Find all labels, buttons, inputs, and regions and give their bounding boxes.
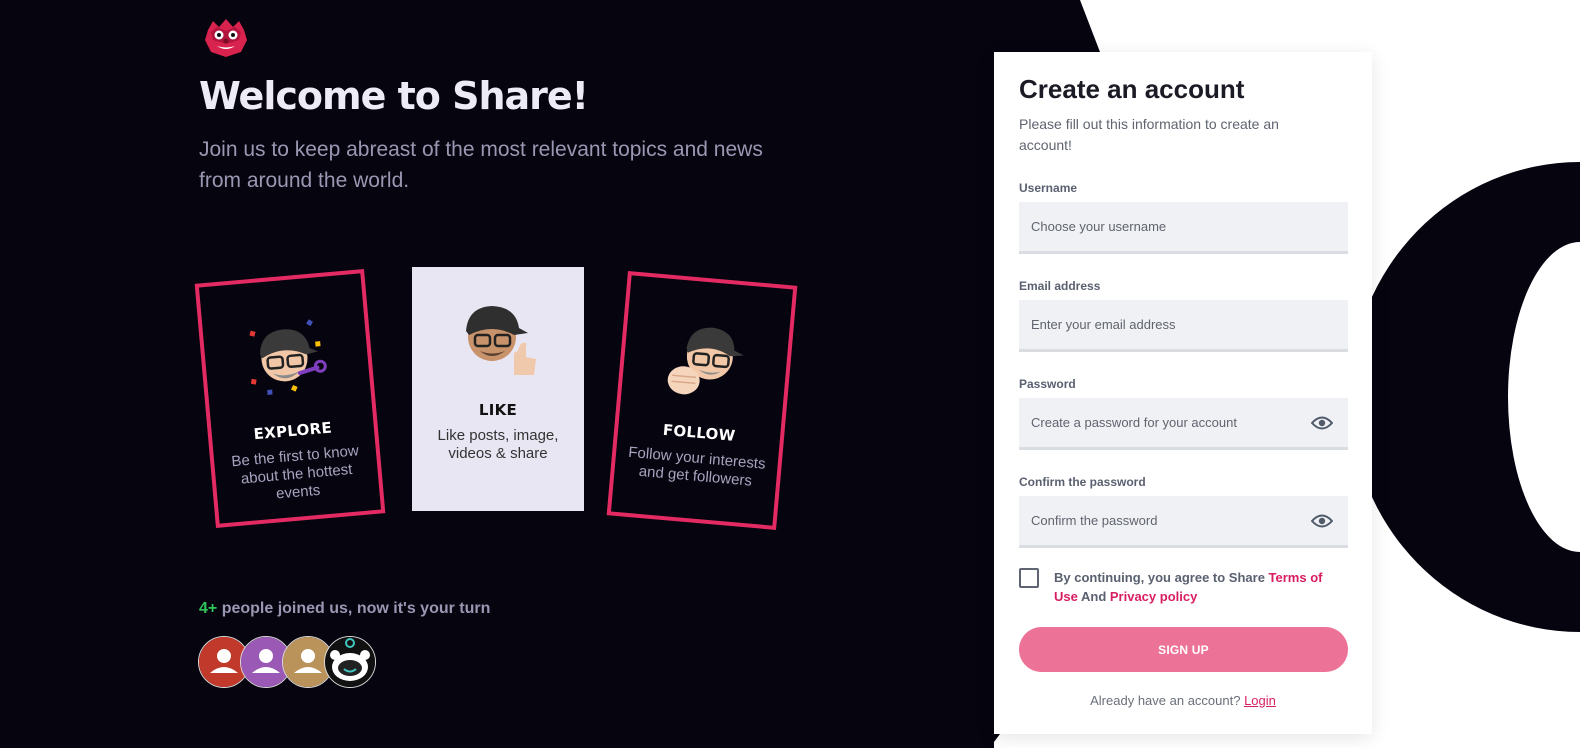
joined-text: people joined us, now it's your turn	[217, 600, 491, 617]
email-label: Email address	[1019, 279, 1101, 293]
feature-card-explore: EXPLORE Be the first to know about the h…	[194, 269, 386, 528]
avatar-stack	[198, 636, 388, 690]
username-input[interactable]	[1019, 202, 1313, 250]
form-title: Create an account	[1019, 74, 1245, 104]
confirm-password-field	[1019, 496, 1348, 548]
feature-title: LIKE	[478, 401, 518, 419]
signup-page: Welcome to Share! Join us to keep abreas…	[0, 0, 1580, 748]
login-prompt-text: Already have an account?	[1090, 693, 1245, 708]
feature-description: Like posts, image, videos & share	[437, 427, 559, 462]
password-field	[1019, 398, 1348, 450]
username-label: Username	[1019, 181, 1078, 195]
login-prompt: Already have an account? Login	[994, 693, 1372, 708]
show-password-eye-icon[interactable]	[1311, 415, 1333, 431]
memoji-thumbs-up-icon	[466, 306, 536, 375]
feature-description: Follow your interests and get followers	[627, 443, 767, 490]
password-label: Password	[1019, 377, 1076, 391]
confirm-password-input[interactable]	[1019, 496, 1313, 544]
email-input[interactable]	[1019, 300, 1313, 348]
email-field	[1019, 300, 1348, 352]
password-input[interactable]	[1019, 398, 1313, 446]
agree-and: And	[1077, 589, 1110, 604]
agree-terms-text: By continuing, you agree to Share Terms …	[1054, 568, 1334, 606]
community-count-text: 4+ people joined us, now it's your turn	[199, 600, 490, 618]
page-subtitle: Join us to keep abreast of the most rele…	[199, 138, 763, 192]
joined-count: 4+	[199, 600, 218, 617]
agree-terms-checkbox[interactable]	[1019, 568, 1039, 588]
red-lion-mascot-icon	[205, 19, 247, 57]
username-field	[1019, 202, 1348, 254]
confirm-password-label: Confirm the password	[1019, 475, 1146, 489]
login-link[interactable]: Login	[1244, 693, 1276, 708]
feature-card-follow: FOLLOW Follow your interests and get fol…	[606, 271, 798, 530]
memoji-fist-bump-icon	[667, 327, 745, 395]
feature-description: Be the first to know about the hottest e…	[230, 442, 360, 503]
show-confirm-password-eye-icon[interactable]	[1311, 513, 1333, 529]
page-title: Welcome to Share!	[199, 74, 589, 118]
signup-form-card: Create an account Please fill out this i…	[994, 52, 1372, 734]
sign-up-button[interactable]: SIGN UP	[1019, 627, 1348, 672]
agree-prefix: By continuing, you agree to Share	[1054, 570, 1269, 585]
form-subtitle: Please fill out this information to crea…	[1019, 116, 1279, 153]
feature-card-like: LIKE Like posts, image, videos & share	[412, 267, 584, 511]
memoji-party-icon	[249, 319, 327, 395]
privacy-policy-link[interactable]: Privacy policy	[1110, 589, 1197, 604]
robot-avatar-icon	[324, 636, 376, 688]
